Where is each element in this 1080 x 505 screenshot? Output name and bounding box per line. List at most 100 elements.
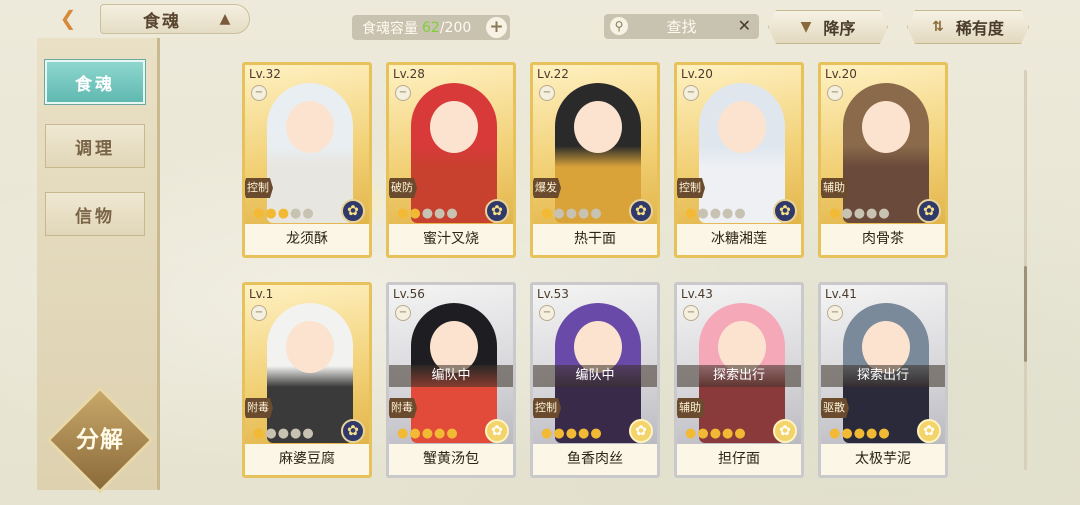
role-badge: 控制: [533, 398, 561, 418]
role-badge: 破防: [389, 178, 417, 198]
tab-cooking[interactable]: 调理: [45, 124, 145, 168]
lock-icon: −: [395, 305, 411, 321]
food-soul-card[interactable]: Lv.53− 控制 ●●●●● ✿ 编队中 鱼香肉丝: [530, 282, 660, 478]
star-icon: ●: [829, 426, 842, 441]
star-icon: ●: [685, 206, 698, 221]
star-icon: ●: [265, 426, 278, 441]
character-face: [430, 101, 478, 153]
card-name: 龙须酥: [245, 224, 369, 255]
star-icon: ●: [734, 206, 747, 221]
star-rating: ●●●●●: [829, 427, 891, 441]
search-bar[interactable]: ⚲ 查找 ✕: [604, 14, 759, 39]
lock-icon: −: [251, 85, 267, 101]
food-soul-card[interactable]: Lv.43− 辅助 ●●●●● ✿ 探索出行 担仔面: [674, 282, 804, 478]
food-soul-card[interactable]: Lv.20− 辅助 ●●●●● ✿ 肉骨茶: [818, 62, 948, 258]
role-badge: 附毒: [389, 398, 417, 418]
card-level: Lv.41: [825, 287, 857, 301]
star-rating: ●●●●●: [253, 207, 315, 221]
crown-icon: ▲: [219, 11, 233, 27]
element-flower-icon: ✿: [341, 199, 365, 223]
sort-rarity-button[interactable]: ⇅ 稀有度: [907, 10, 1029, 44]
card-level: Lv.22: [537, 67, 569, 81]
role-badge: 控制: [245, 178, 273, 198]
star-icon: ●: [265, 206, 278, 221]
card-level: Lv.32: [249, 67, 281, 81]
star-icon: ●: [853, 426, 867, 441]
search-label: 查找: [666, 18, 697, 36]
star-icon: ●: [841, 426, 854, 441]
star-icon: ●: [590, 426, 603, 441]
tab-food-souls[interactable]: 食魂: [45, 60, 145, 104]
star-icon: ●: [290, 206, 303, 221]
status-banner: 探索出行: [677, 365, 801, 387]
capacity-max: /200: [439, 19, 472, 36]
sort-rarity-label: 稀有度: [955, 19, 1004, 38]
lock-icon: −: [251, 305, 267, 321]
star-icon: ●: [277, 206, 291, 221]
star-icon: ●: [253, 426, 266, 441]
star-icon: ●: [578, 426, 591, 441]
food-soul-card[interactable]: Lv.22− 爆发 ●●●●● ✿ 热干面: [530, 62, 660, 258]
food-soul-card[interactable]: Lv.28− 破防 ●●●●● ✿ 蜜汁叉烧: [386, 62, 516, 258]
element-flower-icon: ✿: [485, 419, 509, 443]
lock-icon: −: [683, 305, 699, 321]
triangle-down-icon: ▼: [800, 19, 812, 35]
status-banner: 探索出行: [821, 365, 945, 387]
star-icon: ●: [553, 206, 566, 221]
star-icon: ●: [434, 206, 447, 221]
capacity-current: 62: [422, 19, 440, 36]
star-icon: ●: [853, 206, 867, 221]
food-soul-card[interactable]: Lv.41− 驱散 ●●●●● ✿ 探索出行 太极芋泥: [818, 282, 948, 478]
clear-search-icon[interactable]: ✕: [738, 16, 751, 35]
star-icon: ●: [697, 426, 710, 441]
star-icon: ●: [446, 426, 459, 441]
star-rating: ●●●●●: [685, 207, 747, 221]
card-level: Lv.1: [249, 287, 274, 301]
card-name: 冰糖湘莲: [677, 224, 801, 255]
food-soul-card[interactable]: Lv.20− 控制 ●●●●● ✿ 冰糖湘莲: [674, 62, 804, 258]
star-rating: ●●●●●: [541, 427, 603, 441]
star-rating: ●●●●●: [829, 207, 891, 221]
back-arrow-icon[interactable]: ❮: [48, 4, 88, 32]
lock-icon: −: [827, 305, 843, 321]
star-rating: ●●●●●: [685, 427, 747, 441]
tab-food-souls-label: 食魂: [75, 74, 115, 95]
tab-tokens[interactable]: 信物: [45, 192, 145, 236]
element-flower-icon: ✿: [773, 419, 797, 443]
star-icon: ●: [565, 206, 579, 221]
star-icon: ●: [541, 426, 554, 441]
decompose-label[interactable]: 分解: [62, 422, 138, 458]
page-title-label: 食魂: [143, 11, 181, 32]
sort-order-label: 降序: [823, 19, 856, 38]
food-soul-card[interactable]: Lv.32 − 控制 ●●●●● ✿ 龙须酥: [242, 62, 372, 258]
food-soul-card[interactable]: Lv.1− 附毒 ●●●●● ✿ 麻婆豆腐: [242, 282, 372, 478]
lock-icon: −: [395, 85, 411, 101]
lock-icon: −: [539, 305, 555, 321]
food-soul-card[interactable]: Lv.56− 附毒 ●●●●● ✿ 编队中 蟹黄汤包: [386, 282, 516, 478]
capacity-display: 食魂容量 62 /200 +: [352, 15, 510, 40]
character-face: [862, 101, 910, 153]
card-name: 蜜汁叉烧: [389, 224, 513, 255]
character-face: [718, 101, 766, 153]
star-icon: ●: [866, 206, 879, 221]
lock-icon: −: [539, 85, 555, 101]
sort-order-button[interactable]: ▼ 降序: [768, 10, 888, 44]
status-banner: 编队中: [389, 365, 513, 387]
star-icon: ●: [829, 206, 842, 221]
star-icon: ●: [578, 206, 591, 221]
star-icon: ●: [697, 206, 710, 221]
tab-cooking-label: 调理: [75, 138, 115, 159]
star-icon: ●: [446, 206, 459, 221]
star-icon: ●: [541, 206, 554, 221]
star-icon: ●: [409, 206, 422, 221]
card-name: 担仔面: [677, 444, 801, 475]
star-icon: ●: [878, 426, 891, 441]
star-icon: ●: [878, 206, 891, 221]
scrollbar-thumb[interactable]: [1024, 266, 1027, 362]
scrollbar[interactable]: [1024, 70, 1027, 470]
star-icon: ●: [866, 426, 879, 441]
card-level: Lv.20: [681, 67, 713, 81]
card-name: 蟹黄汤包: [389, 444, 513, 475]
star-icon: ●: [397, 206, 410, 221]
add-capacity-button[interactable]: +: [486, 17, 507, 38]
